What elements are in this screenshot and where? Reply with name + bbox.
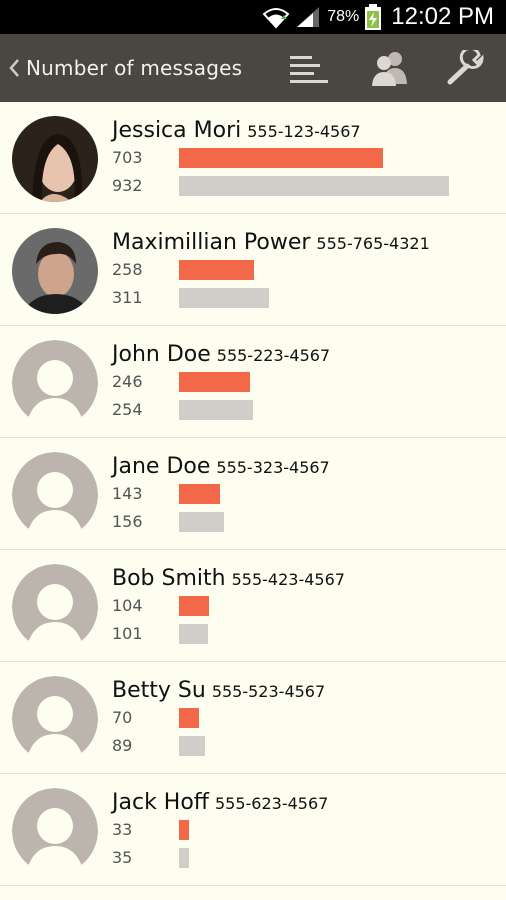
contact-row[interactable]: Maximillian Power 555-765-4321 258 311 xyxy=(0,214,506,326)
contact-phone: 555-123-4567 xyxy=(247,122,361,141)
sent-count: 70 xyxy=(112,708,133,727)
back-button[interactable]: Number of messages xyxy=(0,34,270,102)
sent-count: 143 xyxy=(112,484,143,503)
contact-header: Jack Hoff 555-623-4567 xyxy=(112,790,328,815)
received-bar xyxy=(179,848,189,868)
received-bar xyxy=(179,176,449,196)
signal-icon xyxy=(297,7,320,27)
contact-list[interactable]: Jessica Mori 555-123-4567 703 932 Maximillia… xyxy=(0,102,506,900)
avatar-placeholder-icon xyxy=(12,340,98,426)
received-count: 254 xyxy=(112,400,143,419)
received-count: 156 xyxy=(112,512,143,531)
contact-row[interactable]: Jack Hoff 555-623-4567 33 35 xyxy=(0,774,506,886)
contact-name: Betty Su xyxy=(112,678,206,703)
contact-header: Jane Doe 555-323-4567 xyxy=(112,454,330,479)
sent-count: 33 xyxy=(112,820,133,839)
contact-header: John Doe 555-223-4567 xyxy=(112,342,330,367)
contact-row[interactable]: Jane Doe 555-323-4567 143 156 xyxy=(0,438,506,550)
chevron-left-icon xyxy=(9,59,19,77)
received-bar xyxy=(179,400,253,420)
received-count: 35 xyxy=(112,848,133,867)
contact-row[interactable]: Betty Su 555-523-4567 70 89 xyxy=(0,662,506,774)
contact-header: Betty Su 555-523-4567 xyxy=(112,678,325,703)
status-bar: 78% 12:02 PM xyxy=(0,0,506,34)
received-bar xyxy=(179,624,208,644)
sent-bar xyxy=(179,708,199,728)
received-bar xyxy=(179,512,224,532)
avatar-placeholder-icon xyxy=(12,452,98,538)
contact-name: Jane Doe xyxy=(112,454,211,479)
wifi-icon xyxy=(263,8,290,29)
contact-header: Jessica Mori 555-123-4567 xyxy=(112,118,361,143)
sent-bar xyxy=(179,596,209,616)
contact-row[interactable]: Bob Smith 555-423-4567 104 101 xyxy=(0,550,506,662)
status-clock: 12:02 PM xyxy=(391,3,494,30)
contact-row[interactable]: John Doe 555-223-4567 246 254 xyxy=(0,326,506,438)
contact-header: Maximillian Power 555-765-4321 xyxy=(112,230,430,255)
contact-phone: 555-765-4321 xyxy=(316,234,430,253)
contact-phone: 555-323-4567 xyxy=(216,458,330,477)
sent-count: 703 xyxy=(112,148,143,167)
avatar-placeholder-icon xyxy=(12,676,98,762)
sent-bar xyxy=(179,372,250,392)
sent-bar xyxy=(179,260,254,280)
received-count: 89 xyxy=(112,736,133,755)
received-count: 101 xyxy=(112,624,143,643)
sort-bars-icon[interactable] xyxy=(290,50,330,86)
sent-bar xyxy=(179,148,383,168)
contact-name: Maximillian Power xyxy=(112,230,311,255)
contact-photo xyxy=(12,116,98,202)
contact-name: Bob Smith xyxy=(112,566,226,591)
contact-name: Jessica Mori xyxy=(112,118,242,143)
wrench-icon[interactable] xyxy=(447,50,487,86)
contact-header: Bob Smith 555-423-4567 xyxy=(112,566,345,591)
contact-phone: 555-423-4567 xyxy=(231,570,345,589)
contact-photo xyxy=(12,228,98,314)
received-count: 311 xyxy=(112,288,143,307)
sent-count: 246 xyxy=(112,372,143,391)
contacts-icon[interactable] xyxy=(370,50,410,86)
contact-row[interactable]: Jessica Mori 555-123-4567 703 932 xyxy=(0,102,506,214)
contact-name: John Doe xyxy=(112,342,211,367)
sent-bar xyxy=(179,484,220,504)
received-bar xyxy=(179,288,269,308)
received-bar xyxy=(179,736,205,756)
contact-name: Jack Hoff xyxy=(112,790,209,815)
received-count: 932 xyxy=(112,176,143,195)
status-icons: 78% 12:02 PM xyxy=(263,0,494,34)
avatar-placeholder-icon xyxy=(12,564,98,650)
sent-count: 258 xyxy=(112,260,143,279)
page-title: Number of messages xyxy=(26,56,243,80)
contact-phone: 555-223-4567 xyxy=(216,346,331,365)
sent-bar xyxy=(179,820,189,840)
contact-phone: 555-623-4567 xyxy=(214,794,329,813)
action-bar: Number of messages xyxy=(0,34,506,102)
battery-percent: 78% xyxy=(327,8,360,25)
avatar-placeholder-icon xyxy=(12,788,98,874)
sent-count: 104 xyxy=(112,596,143,615)
battery-charging-icon xyxy=(365,4,382,30)
contact-phone: 555-523-4567 xyxy=(211,682,326,701)
